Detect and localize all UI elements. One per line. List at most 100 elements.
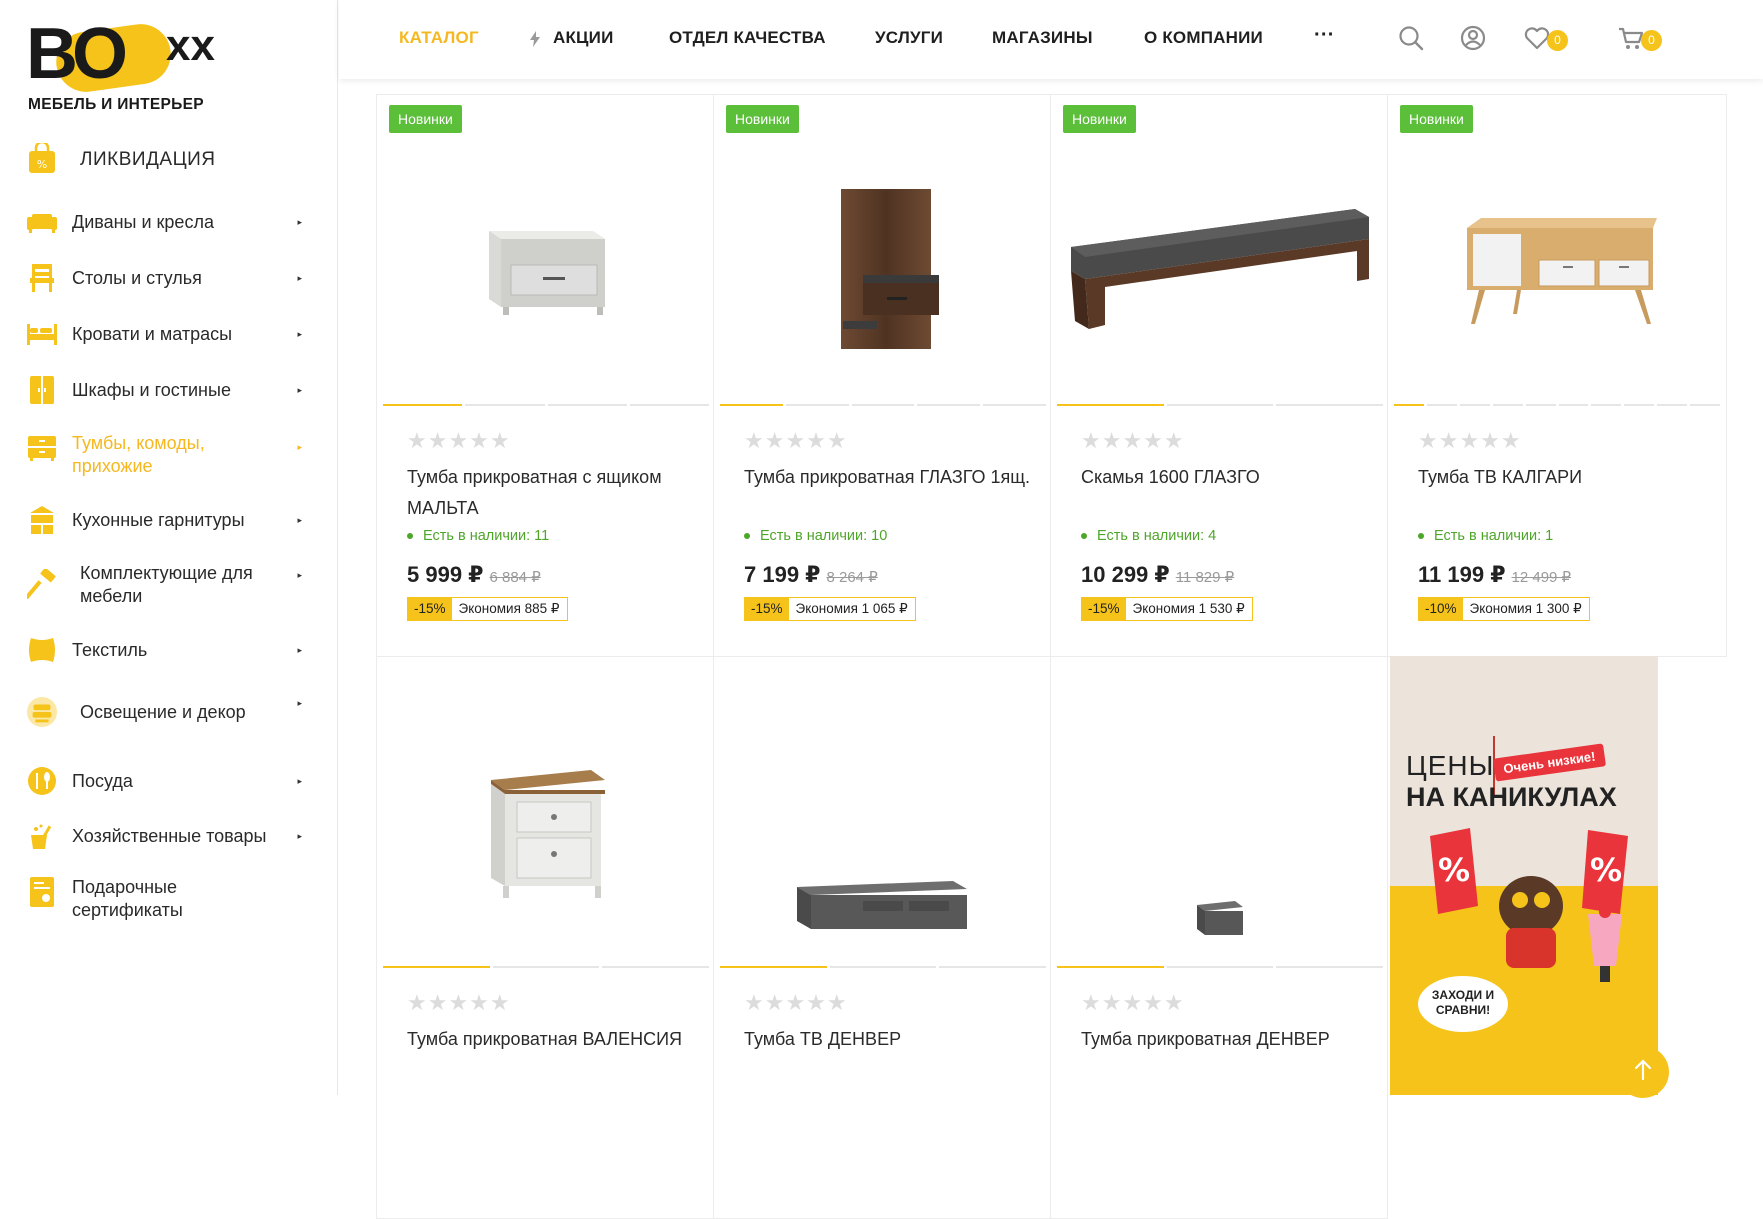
- sidebar-item-label: Текстиль: [72, 639, 148, 660]
- sidebar-item-label: ЛИКВИДАЦИЯ: [80, 148, 216, 170]
- product-card[interactable]: Новинки ★★★★★ Тумба прикроватная ГЛАЗГО …: [713, 94, 1051, 657]
- sidebar-item-wardrobes[interactable]: Шкафы и гостиные ▸: [26, 374, 316, 406]
- sidebar-item-label: Кровати и матрасы: [72, 323, 233, 344]
- chevron-right-icon: ▸: [297, 644, 302, 655]
- product-title[interactable]: Тумба прикроватная ДЕНВЕР: [1081, 1024, 1371, 1055]
- account-icon[interactable]: [1459, 24, 1489, 54]
- chevron-right-icon: ▸: [297, 775, 302, 786]
- product-title[interactable]: Тумба ТВ ДЕНВЕР: [744, 1024, 1034, 1055]
- product-title[interactable]: Тумба прикроватная ВАЛЕНСИЯ: [407, 1024, 697, 1055]
- percent-tag-icon: %: [1420, 826, 1480, 921]
- image-slider-dots[interactable]: [1057, 404, 1384, 406]
- logo[interactable]: BO xx МЕБЕЛЬ И ИНТЕРЬЕР: [26, 18, 236, 118]
- product-title[interactable]: Тумба прикроватная с ящиком МАЛЬТА: [407, 462, 697, 524]
- current-price: 7 199 ₽: [744, 562, 821, 587]
- stock-status: Есть в наличии: 10: [744, 528, 887, 544]
- new-badge: Новинки: [726, 105, 799, 133]
- kitchen-icon: [26, 504, 58, 536]
- rating-stars: ★★★★★: [744, 428, 848, 453]
- svg-text:%: %: [1438, 851, 1470, 889]
- logo-x: xx: [166, 21, 215, 70]
- svg-text:%: %: [37, 158, 47, 171]
- image-slider-dots[interactable]: [1057, 966, 1384, 968]
- sidebar-item-label: Освещение и декор: [80, 701, 246, 722]
- sidebar-item-liquidation[interactable]: % ЛИКВИДАЦИЯ: [26, 143, 316, 175]
- chevron-right-icon: ▸: [297, 570, 302, 580]
- chevron-right-icon: ▸: [297, 384, 302, 395]
- price: 10 299 ₽ 11 829 ₽: [1081, 562, 1234, 588]
- scroll-to-top-button[interactable]: [1617, 1046, 1669, 1098]
- sidebar-item-kitchens[interactable]: Кухонные гарнитуры ▸: [26, 504, 316, 536]
- sidebar-item-sofas[interactable]: Диваны и кресла ▸: [26, 206, 316, 238]
- sidebar-item-tableware[interactable]: Посуда ▸: [26, 765, 316, 797]
- sidebar-item-label: Кухонные гарнитуры: [72, 509, 245, 530]
- product-image[interactable]: [377, 707, 713, 957]
- nav-sales[interactable]: АКЦИИ: [553, 28, 614, 48]
- product-image[interactable]: [1051, 145, 1387, 395]
- old-price: 8 264 ₽: [826, 569, 878, 586]
- image-slider-dots[interactable]: [720, 966, 1047, 968]
- arrow-up-icon: [1634, 1058, 1652, 1086]
- image-slider-dots[interactable]: [1394, 404, 1721, 406]
- product-title[interactable]: Тумба прикроватная ГЛАЗГО 1ящ.: [744, 462, 1034, 493]
- nav-quality[interactable]: ОТДЕЛ КАЧЕСТВА: [669, 28, 826, 48]
- cleaning-icon: [26, 820, 58, 852]
- savings-badge: -10% Экономия 1 300 ₽: [1418, 597, 1590, 621]
- product-image[interactable]: [714, 145, 1050, 395]
- product-card[interactable]: ★★★★★ Тумба ТВ ДЕНВЕР: [713, 656, 1051, 1219]
- product-card[interactable]: Новинки ★★★★★ Скамья 1600 ГЛАЗГО Есть в …: [1050, 94, 1388, 657]
- product-image[interactable]: [1051, 707, 1387, 957]
- savings-amount: Экономия 1 530 ₽: [1132, 601, 1245, 616]
- sidebar-item-textile[interactable]: Текстиль ▸: [26, 634, 316, 666]
- promo-banner[interactable]: ЦЕНЫ НА КАНИКУЛАХ Очень низкие! % % ЗАХО…: [1390, 656, 1658, 1095]
- product-title[interactable]: Скамья 1600 ГЛАЗГО: [1081, 462, 1371, 493]
- sidebar-item-beds[interactable]: Кровати и матрасы ▸: [26, 318, 316, 350]
- product-image[interactable]: [714, 707, 1050, 957]
- rating-stars: ★★★★★: [1081, 428, 1185, 453]
- sidebar-item-label: Хозяйственные товары: [72, 825, 267, 846]
- current-price: 11 199 ₽: [1418, 562, 1506, 587]
- discount-percent: -15%: [408, 598, 452, 620]
- product-card[interactable]: Новинки ★★★★★ Тумба прикроватная с ящико…: [376, 94, 714, 657]
- promo-bubble: ЗАХОДИ И СРАВНИ!: [1418, 976, 1508, 1032]
- product-card[interactable]: Новинки ★★★★★ Тумба ТВ КАЛГАРИ Есть в на…: [1387, 94, 1727, 657]
- chevron-right-icon: ▸: [297, 514, 302, 525]
- top-nav: КАТАЛОГ АКЦИИ ОТДЕЛ КАЧЕСТВА УСЛУГИ МАГА…: [339, 0, 1763, 79]
- product-card[interactable]: ★★★★★ Тумба прикроватная ВАЛЕНСИЯ: [376, 656, 714, 1219]
- nav-about[interactable]: О КОМПАНИИ: [1144, 28, 1263, 48]
- sidebar-item-label: Столы и стулья: [72, 267, 202, 288]
- nav-catalog[interactable]: КАТАЛОГ: [399, 28, 479, 48]
- savings-badge: -15% Экономия 885 ₽: [407, 597, 568, 621]
- image-slider-dots[interactable]: [383, 966, 710, 968]
- sidebar-item-dressers[interactable]: Тумбы, комоды, прихожие ▸: [26, 432, 316, 478]
- nav-services[interactable]: УСЛУГИ: [875, 28, 943, 48]
- discount-percent: -15%: [1082, 598, 1126, 620]
- image-slider-dots[interactable]: [383, 404, 709, 406]
- product-title[interactable]: Тумба ТВ КАЛГАРИ: [1418, 462, 1708, 493]
- sidebar-item-tables[interactable]: Столы и стулья ▸: [26, 262, 316, 294]
- sidebar-item-lighting[interactable]: Освещение и декор ▸: [26, 696, 316, 728]
- image-slider-dots[interactable]: [720, 404, 1046, 406]
- product-card[interactable]: ★★★★★ Тумба прикроватная ДЕНВЕР: [1050, 656, 1388, 1219]
- bed-icon: [26, 318, 58, 350]
- cart-count-badge: 0: [1641, 30, 1662, 51]
- nav-stores[interactable]: МАГАЗИНЫ: [992, 28, 1093, 48]
- gift-card-icon: [26, 876, 58, 908]
- chevron-right-icon: ▸: [297, 216, 302, 227]
- promo-title-line2: НА КАНИКУЛАХ: [1406, 782, 1617, 812]
- chevron-right-icon: ▸: [297, 328, 302, 339]
- sofa-icon: [26, 206, 58, 238]
- rating-stars: ★★★★★: [1081, 990, 1185, 1015]
- savings-amount: Экономия 1 065 ₽: [795, 601, 908, 616]
- sidebar-item-gift-cards[interactable]: Подарочные сертификаты: [26, 876, 316, 922]
- product-image[interactable]: [1388, 145, 1726, 395]
- new-badge: Новинки: [1400, 105, 1473, 133]
- nav-more[interactable]: ···: [1314, 24, 1335, 47]
- search-icon[interactable]: [1397, 24, 1427, 54]
- product-image[interactable]: [377, 145, 713, 395]
- price: 11 199 ₽ 12 499 ₽: [1418, 562, 1571, 588]
- sidebar-item-label: Диваны и кресла: [72, 211, 214, 232]
- sidebar-item-components[interactable]: Комплектующие для мебели ▸: [26, 562, 316, 608]
- sidebar-item-household[interactable]: Хозяйственные товары ▸: [26, 820, 316, 852]
- old-price: 11 829 ₽: [1175, 569, 1235, 586]
